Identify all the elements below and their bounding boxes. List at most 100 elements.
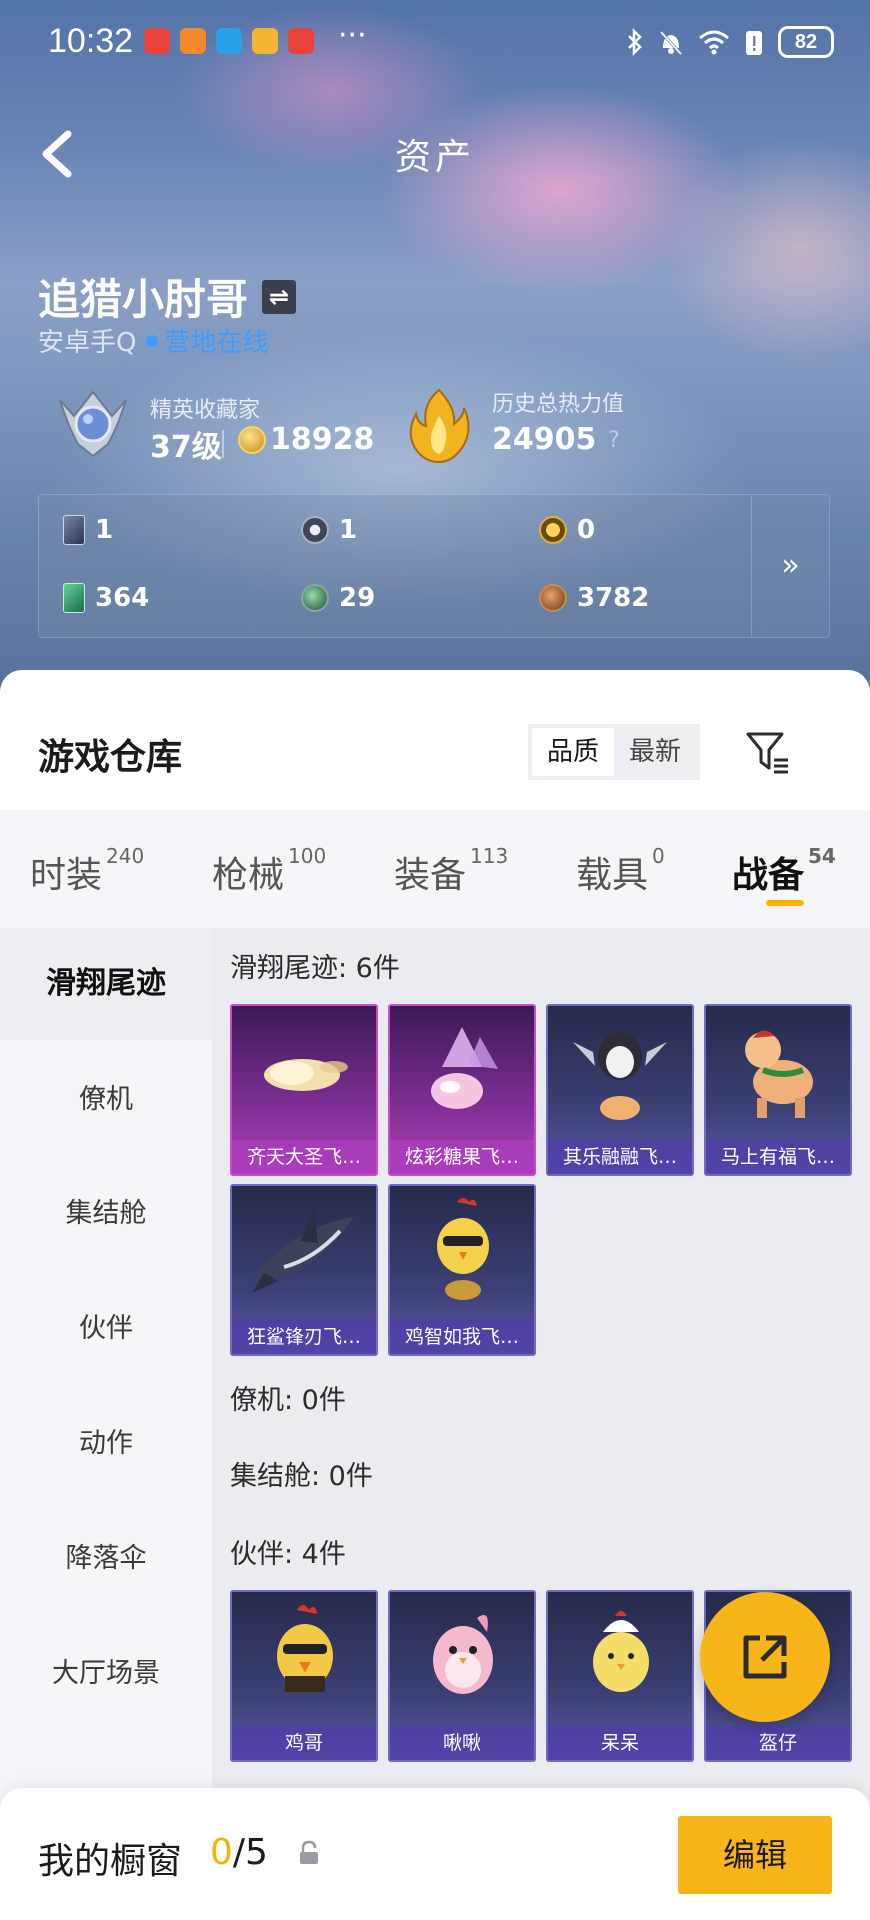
tab-label: 战备 (732, 855, 805, 896)
item-art (548, 1592, 692, 1724)
item-name: 马上有福飞… (706, 1140, 850, 1174)
tab-vehicles[interactable]: 载具 0 (576, 844, 665, 898)
currency-panel[interactable]: 1 1 0 364 29 3782 » (38, 494, 830, 638)
rank-level: 37级 (150, 430, 222, 465)
tab-label: 时装 (30, 855, 103, 896)
penguin-trail-icon (573, 1032, 667, 1120)
heat-value: 24905 (492, 422, 597, 457)
warehouse-sheet: 游戏仓库 品质 最新 时装 240 枪械 100 装备 113 载具 0 战备 54 滑翔… (0, 670, 870, 1920)
currency-item: 29 (301, 583, 375, 613)
status-time: 10:32 (48, 22, 134, 60)
platform-label: 安卓手Q (38, 328, 137, 358)
green-coin-icon (301, 584, 329, 612)
showcase-label: 我的橱窗 (38, 1841, 183, 1882)
category-tabs: 时装 240 枪械 100 装备 113 载具 0 战备 54 (0, 810, 870, 928)
warehouse-title: 游戏仓库 (38, 737, 183, 778)
candy-trail-icon (431, 1027, 498, 1109)
chicken-partner-icon (277, 1605, 333, 1692)
horse-trail-icon (745, 1030, 813, 1118)
currency-value: 29 (339, 583, 376, 613)
side-item-wingman[interactable]: 僚机 (0, 1044, 212, 1156)
tab-fashion[interactable]: 时装 240 (30, 844, 145, 898)
bronze-coin-icon (539, 584, 567, 612)
showcase-bar: 我的橱窗 0/5 编辑 (0, 1788, 870, 1920)
item-art (390, 1186, 534, 1318)
app-notification-icon (288, 28, 314, 54)
side-item-pod[interactable]: 集结舱 (0, 1158, 212, 1270)
tab-count: 0 (652, 844, 665, 868)
section-title-pod: 集结舱: 0件 (230, 1461, 373, 1492)
side-item-lobby-scene[interactable]: 大厅场景 (0, 1618, 212, 1730)
side-item-glide-trail[interactable]: 滑翔尾迹 (0, 928, 212, 1040)
item-card[interactable]: 鸡哥 (230, 1590, 378, 1762)
flame-icon (409, 388, 470, 464)
item-art (548, 1006, 692, 1138)
item-art (232, 1006, 376, 1138)
heat-title: 历史总热力值 (492, 392, 625, 417)
currency-value: 1 (339, 515, 358, 545)
item-card[interactable]: 炫彩糖果飞… (388, 1004, 536, 1176)
collector-coin-icon (238, 426, 266, 454)
app-notification-icon (216, 28, 242, 54)
bluetooth-icon (628, 28, 642, 56)
username: 追猎小肘哥 (38, 275, 249, 324)
active-tab-indicator (766, 900, 804, 906)
tab-count: 54 (808, 844, 836, 868)
rank-divider (222, 430, 224, 458)
status-indicators: 82 (626, 26, 834, 58)
item-art (390, 1006, 534, 1138)
item-card[interactable]: 马上有福飞… (704, 1004, 852, 1176)
help-icon[interactable]: ? (608, 428, 620, 453)
tab-label: 枪械 (212, 855, 285, 896)
shark-trail-icon (252, 1209, 354, 1293)
item-card[interactable]: 呆呆 (546, 1590, 694, 1762)
sort-quality-button[interactable]: 品质 (532, 728, 614, 776)
currency-item: 1 (63, 515, 113, 545)
item-card[interactable]: 齐天大圣飞… (230, 1004, 378, 1176)
sort-toggle: 品质 最新 (528, 724, 700, 780)
item-card[interactable]: 鸡智如我飞… (388, 1184, 536, 1356)
item-card[interactable]: 其乐融融飞… (546, 1004, 694, 1176)
battery-level: 82 (778, 26, 834, 58)
rank-title: 精英收藏家 (150, 398, 261, 423)
section-title-glide: 滑翔尾迹: 6件 (230, 953, 400, 984)
online-status: 营地在线 (164, 328, 269, 358)
subcategory-nav: 滑翔尾迹 僚机 集结舱 伙伴 动作 降落伞 大厅场景 (0, 928, 212, 1828)
switch-account-icon[interactable]: ⇌ (262, 279, 297, 314)
edit-showcase-button[interactable]: 编辑 (678, 1816, 832, 1894)
green-card-icon (63, 583, 85, 613)
currency-item: 364 (63, 583, 149, 613)
section-title-wingman: 僚机: 0件 (230, 1385, 346, 1416)
sort-newest-button[interactable]: 最新 (614, 728, 696, 776)
tab-firearms[interactable]: 枪械 100 (212, 844, 326, 898)
username-row: 追猎小肘哥 ⇌ (38, 266, 297, 327)
tab-equipment[interactable]: 装备 113 (394, 844, 508, 898)
item-name: 啾啾 (390, 1726, 534, 1760)
share-button[interactable] (700, 1592, 830, 1722)
item-name: 呆呆 (548, 1726, 692, 1760)
side-item-parachute[interactable]: 降落伞 (0, 1503, 212, 1615)
item-name: 鸡哥 (232, 1726, 376, 1760)
item-card[interactable]: 啾啾 (388, 1590, 536, 1762)
tab-count: 240 (106, 844, 145, 868)
app-notification-icon (180, 28, 206, 54)
showcase-total: /5 (232, 1832, 268, 1873)
gold-coin-icon (539, 516, 567, 544)
side-item-partner[interactable]: 伙伴 (0, 1273, 212, 1385)
pink-bird-partner-icon (433, 1615, 493, 1694)
filter-icon[interactable] (744, 728, 792, 776)
item-name: 狂鲨锋刃飞… (232, 1320, 376, 1354)
item-name: 炫彩糖果飞… (390, 1140, 534, 1174)
item-name: 盔仔 (706, 1726, 850, 1760)
bell-muted-icon (659, 30, 683, 56)
status-bar: 10:32 ··· 82 (0, 0, 870, 86)
currency-value: 1 (95, 515, 114, 545)
lock-icon (300, 1840, 318, 1864)
item-card[interactable]: 狂鲨锋刃飞… (230, 1184, 378, 1356)
s-coin-icon (301, 516, 329, 544)
currency-expand-icon[interactable]: » (751, 495, 829, 637)
side-item-action[interactable]: 动作 (0, 1388, 212, 1500)
showcase-current: 0 (210, 1832, 233, 1873)
currency-item: 0 (539, 515, 595, 545)
tab-battle-gear[interactable]: 战备 54 (732, 844, 836, 898)
